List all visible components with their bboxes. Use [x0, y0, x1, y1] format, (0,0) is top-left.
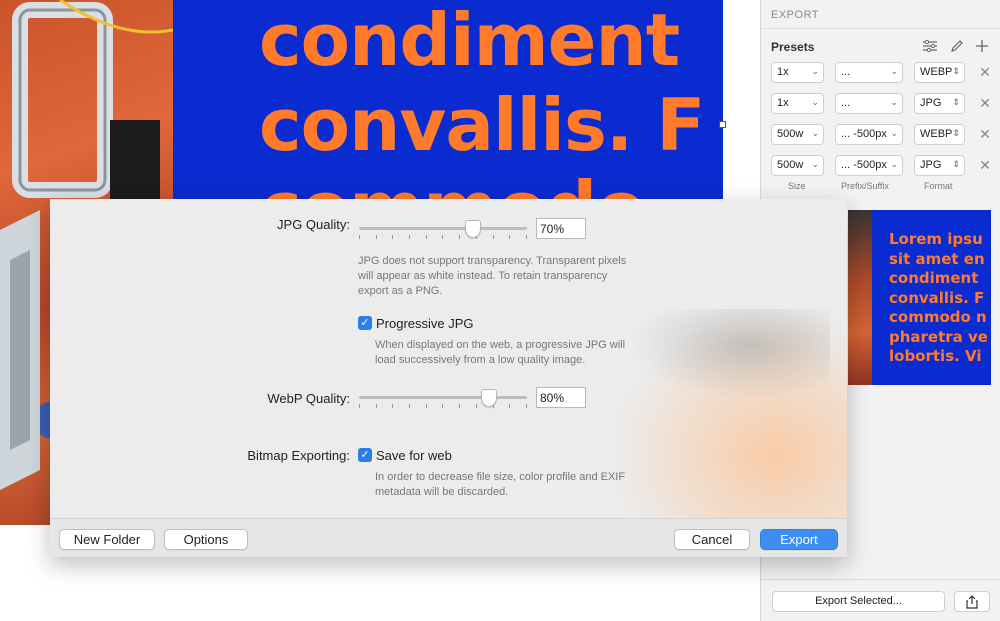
- webp-quality-label: WebP Quality:: [267, 391, 350, 406]
- presets-label: Presets: [771, 40, 815, 54]
- pencil-icon[interactable]: [948, 38, 964, 54]
- export-preview: Lorem ipsu sit amet en condiment convall…: [848, 210, 991, 385]
- checkmark-icon: ✓: [360, 317, 370, 329]
- preview-artboard: Lorem ipsu sit amet en condiment convall…: [872, 210, 991, 385]
- export-selected-button[interactable]: Export Selected...: [772, 591, 945, 612]
- artboard-text-line: convallis. F: [259, 83, 705, 167]
- preview-text-line: commodo n: [889, 308, 987, 326]
- artboard-text-line: condiment: [259, 0, 680, 82]
- chevron-down-icon: ⌄: [811, 159, 819, 169]
- chevron-down-icon: ⌄: [890, 66, 898, 76]
- sheet-footer: New Folder Options Cancel Export: [50, 518, 847, 557]
- chevron-down-icon: ⌄: [890, 159, 898, 169]
- prefix-suffix-select[interactable]: ... ⌄: [835, 93, 903, 114]
- preview-text-line: condiment: [889, 269, 979, 287]
- size-select[interactable]: 1x ⌄: [771, 93, 824, 114]
- size-select[interactable]: 500w ⌄: [771, 124, 824, 145]
- close-icon[interactable]: ✕: [978, 156, 992, 174]
- size-select[interactable]: 1x ⌄: [771, 62, 824, 83]
- close-icon[interactable]: ✕: [978, 125, 992, 143]
- progressive-jpg-checkbox[interactable]: ✓: [358, 316, 372, 330]
- preset-row: 500w ⌄ ... -500px ⌄ WEBP ⇕ ✕: [771, 124, 996, 145]
- chevron-down-icon: ⌄: [811, 66, 819, 76]
- save-for-web-label[interactable]: Save for web: [376, 448, 452, 463]
- updown-icon: ⇕: [952, 97, 960, 107]
- format-select[interactable]: WEBP ⇕: [914, 124, 965, 145]
- column-header-prefix-suffix: Prefix/Suffix: [841, 181, 889, 191]
- share-icon: [966, 594, 978, 609]
- column-header-size: Size: [788, 181, 806, 191]
- webp-quality-field[interactable]: 80%: [536, 387, 586, 408]
- jpg-help-text: JPG does not support transparency. Trans…: [358, 255, 627, 297]
- progressive-help-text: When displayed on the web, a progressive…: [375, 339, 626, 366]
- jpg-quality-label: JPG Quality:: [277, 217, 350, 232]
- chevron-down-icon: ⌄: [811, 97, 819, 107]
- prefix-suffix-select[interactable]: ... ⌄: [835, 62, 903, 83]
- preview-text-line: Lorem ipsu: [889, 230, 983, 248]
- prefix-suffix-select[interactable]: ... -500px ⌄: [835, 124, 903, 145]
- chevron-down-icon: ⌄: [811, 128, 819, 138]
- selection-handle[interactable]: [719, 121, 726, 128]
- plus-icon[interactable]: [974, 38, 990, 54]
- preset-row: 1x ⌄ ... ⌄ JPG ⇕ ✕: [771, 93, 996, 114]
- size-select[interactable]: 500w ⌄: [771, 155, 824, 176]
- slider-thumb[interactable]: [480, 389, 497, 407]
- export-section-title: EXPORT: [771, 9, 820, 21]
- updown-icon: ⇕: [952, 66, 960, 76]
- divider: [761, 28, 1000, 29]
- close-icon[interactable]: ✕: [978, 94, 992, 112]
- preview-text-line: convallis. F: [889, 288, 985, 307]
- progressive-jpg-label[interactable]: Progressive JPG: [376, 316, 474, 331]
- prefix-suffix-select[interactable]: ... -500px ⌄: [835, 155, 903, 176]
- format-select[interactable]: JPG ⇕: [914, 93, 965, 114]
- updown-icon: ⇕: [952, 159, 960, 169]
- checkmark-icon: ✓: [360, 449, 370, 461]
- chevron-down-icon: ⌄: [890, 97, 898, 107]
- preset-row: 1x ⌄ ... ⌄ WEBP ⇕ ✕: [771, 62, 996, 83]
- preview-photo: [848, 210, 872, 385]
- jpg-quality-slider[interactable]: [359, 219, 527, 239]
- chevron-down-icon: ⌄: [890, 128, 898, 138]
- column-header-format: Format: [924, 181, 953, 191]
- new-folder-button[interactable]: New Folder: [59, 529, 155, 550]
- options-button[interactable]: Options: [164, 529, 248, 550]
- divider: [761, 579, 1000, 580]
- sliders-icon[interactable]: [922, 38, 938, 54]
- save-for-web-help-text: In order to decrease file size, color pr…: [375, 471, 626, 498]
- preview-text-line: sit amet en: [889, 249, 985, 268]
- format-select[interactable]: WEBP ⇕: [914, 62, 965, 83]
- preview-text-line: pharetra ve: [889, 327, 988, 346]
- webp-quality-slider[interactable]: [359, 388, 527, 408]
- close-icon[interactable]: ✕: [978, 63, 992, 81]
- updown-icon: ⇕: [952, 128, 960, 138]
- share-button[interactable]: [954, 591, 990, 612]
- cancel-button[interactable]: Cancel: [674, 529, 750, 550]
- bitmap-exporting-label: Bitmap Exporting:: [247, 448, 350, 463]
- preview-text-line: lobortis. Vi: [889, 347, 982, 365]
- export-button[interactable]: Export: [760, 529, 838, 550]
- format-select[interactable]: JPG ⇕: [914, 155, 965, 176]
- export-options-sheet: JPG Quality: 70% JPG does not support tr…: [50, 199, 847, 557]
- jpg-quality-field[interactable]: 70%: [536, 218, 586, 239]
- save-for-web-checkbox[interactable]: ✓: [358, 448, 372, 462]
- preset-row: 500w ⌄ ... -500px ⌄ JPG ⇕ ✕: [771, 155, 996, 176]
